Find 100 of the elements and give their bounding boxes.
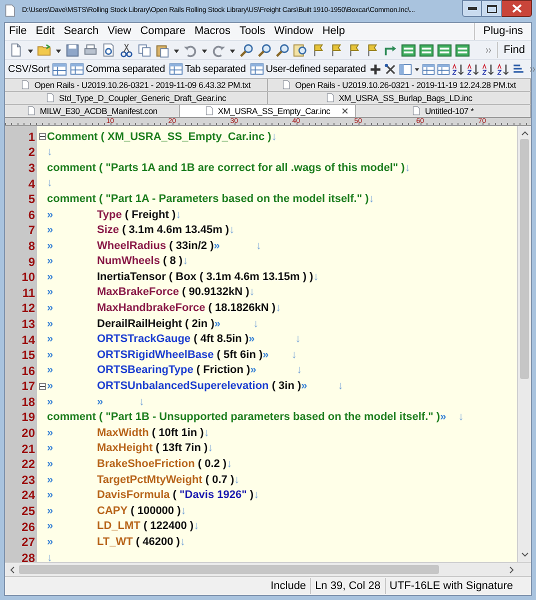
- close-tab-icon[interactable]: [340, 107, 349, 115]
- minimize-button[interactable]: [462, 0, 482, 17]
- close-icon: [512, 4, 522, 13]
- tab-marker: »: [47, 208, 54, 223]
- line-end-marker: ↓: [226, 457, 232, 472]
- line-number: 26: [22, 518, 35, 536]
- fold-toggle[interactable]: [38, 382, 46, 390]
- separator-button[interactable]: User-defined separated: [248, 62, 367, 76]
- dropdown-caret-icon[interactable]: [27, 46, 34, 54]
- code-text: ( 100000 ): [130, 504, 181, 519]
- code-text: ( 10ft 1in ): [150, 426, 204, 441]
- dropdown-caret-icon[interactable]: [229, 46, 236, 54]
- overflow-chevron-icon[interactable]: [484, 46, 494, 54]
- fold-toggle[interactable]: [38, 133, 46, 140]
- line-number: 14: [22, 332, 35, 349]
- table-icon[interactable]: [52, 62, 67, 76]
- file-tab[interactable]: Untitled-107 *: [356, 105, 531, 117]
- file-tab[interactable]: Std_Type_D_Coupler_Generic_Draft_Gear.inc: [5, 92, 268, 104]
- cut-icon[interactable]: [119, 42, 134, 58]
- line-end-marker: ↓: [47, 176, 52, 192]
- file-tab[interactable]: MILW_E30_ACDB_Manifest.con: [5, 105, 180, 117]
- sort-icon[interactable]: [452, 62, 465, 76]
- sort-icon[interactable]: [496, 62, 510, 76]
- plus-icon[interactable]: [368, 62, 382, 76]
- menu-item[interactable]: Help: [322, 23, 345, 40]
- file-tab[interactable]: Open Rails - U2019.10.26-0321 - 2019-11-19 12.24.28 PM.txt: [268, 79, 531, 91]
- separator-button[interactable]: Comma separated: [68, 62, 166, 76]
- view-layout-icon[interactable]: [437, 42, 452, 58]
- line-end-marker: ↓: [313, 270, 319, 285]
- keyword: TargetPctMtyWeight: [97, 472, 202, 488]
- close-button[interactable]: [502, 0, 532, 17]
- find-in-files-icon[interactable]: [293, 42, 308, 58]
- tab-marker: »: [47, 348, 54, 363]
- line-number: 24: [22, 487, 35, 504]
- view-layout-icon[interactable]: [455, 42, 470, 58]
- menu-item[interactable]: Macros: [194, 23, 231, 40]
- tab-marker: »: [47, 441, 54, 456]
- dropdown-caret-icon[interactable]: [201, 46, 208, 54]
- table-icon[interactable]: [422, 62, 435, 76]
- print-preview-icon[interactable]: [101, 42, 116, 58]
- vertical-scrollbar[interactable]: [517, 126, 531, 562]
- horizontal-scrollbar[interactable]: [5, 562, 531, 576]
- view-layout-icon[interactable]: [401, 42, 416, 58]
- lines-icon[interactable]: [512, 62, 525, 76]
- keyword: MaxWidth: [97, 426, 149, 441]
- scroll-left-icon[interactable]: [8, 566, 16, 574]
- table-icon: [250, 62, 264, 76]
- table-icon[interactable]: [436, 62, 450, 76]
- print-icon[interactable]: [83, 42, 98, 58]
- tab-marker: »: [47, 457, 54, 472]
- line-number: 5: [28, 191, 35, 208]
- toolbar-label: CSV/Sort: [8, 62, 50, 76]
- tab-marker: »: [47, 285, 54, 300]
- line-end-marker: ↓: [368, 192, 374, 207]
- menu-item[interactable]: Window: [274, 23, 314, 40]
- menu-item[interactable]: View: [108, 23, 132, 40]
- separator-button[interactable]: Tab separated: [168, 62, 247, 76]
- keyword: CAPY: [97, 504, 128, 519]
- sort-icon[interactable]: [482, 62, 495, 76]
- menu-item[interactable]: Edit: [36, 23, 55, 40]
- save-icon[interactable]: [65, 42, 80, 58]
- line-number: 16: [22, 362, 35, 380]
- paste-icon[interactable]: [155, 42, 170, 58]
- line-end-marker: ↓: [229, 223, 235, 238]
- search-icon[interactable]: [275, 42, 290, 58]
- scroll-right-icon[interactable]: [508, 566, 516, 574]
- file-tab[interactable]: XM_USRA_SS_Burlap_Bags_LD.inc: [268, 92, 531, 104]
- view-layout-icon[interactable]: [419, 42, 434, 58]
- line-number: 22: [22, 456, 35, 474]
- menu-item[interactable]: File: [9, 23, 27, 40]
- overflow-chevron-icon[interactable]: [528, 64, 536, 74]
- line-end-marker: ↓: [204, 426, 210, 441]
- code-text: DerailRailHeight ( 2in ): [97, 316, 214, 332]
- code-text: ( 18.1826kN ): [207, 301, 276, 316]
- line-number: 21: [22, 440, 35, 458]
- menu-item[interactable]: Compare: [140, 23, 186, 40]
- line-number: 1: [28, 128, 35, 146]
- scroll-up-icon[interactable]: [520, 129, 528, 137]
- tab-marker: »: [248, 332, 256, 348]
- search-icon[interactable]: [239, 42, 254, 58]
- line-end-marker: ↓: [253, 316, 259, 332]
- dropdown-caret-icon[interactable]: [414, 66, 420, 72]
- dropdown-caret-icon[interactable]: [55, 46, 62, 54]
- sort-icon[interactable]: [466, 62, 480, 76]
- find-button[interactable]: Find: [496, 42, 531, 58]
- tools-icon[interactable]: [384, 62, 397, 76]
- menu-item[interactable]: Search: [64, 23, 99, 40]
- tab-marker: »: [47, 223, 54, 238]
- search-icon[interactable]: [257, 42, 272, 58]
- keyword: Type: [97, 208, 122, 223]
- file-tab[interactable]: XM_USRA_SS_Empty_Car.inc: [180, 105, 356, 117]
- scroll-down-icon[interactable]: [520, 551, 528, 559]
- file-tab[interactable]: Open Rails - U2019.10.26-0321 - 2019-11-09 6.43.32 PM.txt: [5, 79, 268, 91]
- menu-item[interactable]: Tools: [240, 23, 266, 40]
- code-text: ( 3in ): [270, 379, 302, 394]
- dropdown-caret-icon[interactable]: [173, 46, 180, 54]
- copy-icon[interactable]: [137, 42, 152, 58]
- columns-icon[interactable]: [398, 62, 412, 76]
- maximize-button[interactable]: [482, 0, 502, 17]
- keyword: WheelRadius: [97, 238, 166, 254]
